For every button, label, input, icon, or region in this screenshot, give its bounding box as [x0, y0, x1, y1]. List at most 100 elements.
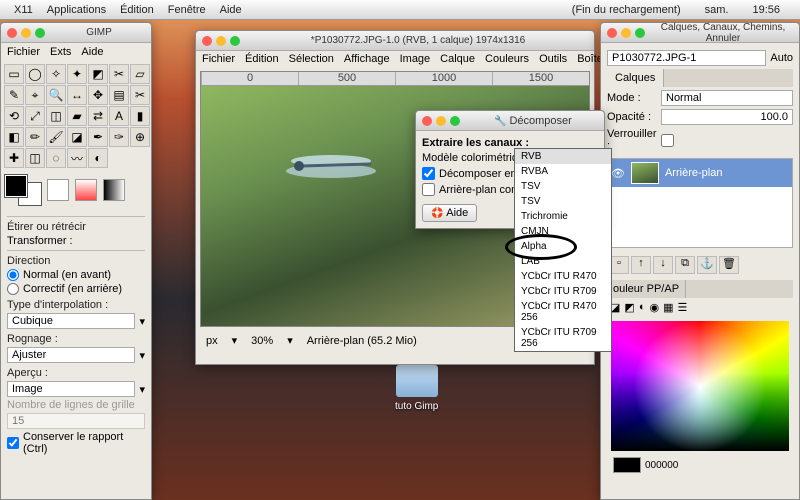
pattern-preview[interactable]: [75, 179, 97, 201]
delete-layer-button[interactable]: 🗑: [719, 256, 739, 274]
gradient-preview[interactable]: [103, 179, 125, 201]
rect-select-tool[interactable]: ▭: [4, 64, 24, 84]
brush-preview[interactable]: [47, 179, 69, 201]
auto-button[interactable]: Auto: [770, 52, 793, 64]
foreground-select[interactable]: ▱: [130, 64, 150, 84]
crop-tool[interactable]: ✂: [130, 85, 150, 105]
imenu-tools[interactable]: Outils: [539, 53, 567, 65]
scales-icon[interactable]: ☰: [677, 301, 687, 314]
minimize-icon[interactable]: [621, 28, 631, 38]
zoom-level[interactable]: 30%: [247, 334, 277, 348]
option-rvba[interactable]: RVBA: [515, 164, 611, 179]
direction-normal[interactable]: Normal (en avant): [7, 269, 145, 281]
close-icon[interactable]: [422, 116, 432, 126]
option-ycbcr470-256[interactable]: YCbCr ITU R470 256: [515, 299, 611, 325]
imenu-select[interactable]: Sélection: [289, 53, 334, 65]
paths-tool[interactable]: ✎: [4, 85, 24, 105]
interpolation-select[interactable]: Cubique▾: [7, 313, 145, 329]
gradient-tool[interactable]: ◧: [4, 127, 24, 147]
perspective-tool[interactable]: ▰: [67, 106, 87, 126]
layers-titlebar[interactable]: Calques, Canaux, Chemins, Annuler: [601, 23, 799, 43]
imenu-layer[interactable]: Calque: [440, 53, 475, 65]
blur-tool[interactable]: ◌: [46, 148, 66, 168]
minimize-icon[interactable]: [21, 28, 31, 38]
zoom-icon[interactable]: [230, 36, 240, 46]
shear-tool[interactable]: ◫: [46, 106, 66, 126]
anchor-layer-button[interactable]: ⚓: [697, 256, 717, 274]
pencil-tool[interactable]: ✏: [25, 127, 45, 147]
new-layer-button[interactable]: ▫: [609, 256, 629, 274]
color-picker[interactable]: [611, 321, 789, 451]
imenu-image[interactable]: Image: [400, 53, 431, 65]
close-icon[interactable]: [7, 28, 17, 38]
hex-value[interactable]: 000000: [645, 460, 678, 471]
keep-ratio-checkbox[interactable]: Conserver le rapport (Ctrl): [7, 431, 145, 455]
lock-checkbox[interactable]: [661, 134, 674, 147]
option-ycbcr709-256[interactable]: YCbCr ITU R709 256: [515, 325, 611, 351]
tab-layers[interactable]: Calques: [607, 69, 664, 87]
move-tool[interactable]: ✥: [88, 85, 108, 105]
option-rvb[interactable]: RVB: [515, 149, 611, 164]
image-titlebar[interactable]: *P1030772.JPG-1.0 (RVB, 1 calque) 1974x1…: [196, 31, 594, 51]
zoom-icon[interactable]: [450, 116, 460, 126]
scissors-tool[interactable]: ✂: [109, 64, 129, 84]
ellipse-select-tool[interactable]: ◯: [25, 64, 45, 84]
zoom-icon[interactable]: [635, 28, 645, 38]
palette-icon[interactable]: ▦: [663, 301, 673, 314]
option-alpha[interactable]: Alpha: [515, 239, 611, 254]
option-ycbcr470[interactable]: YCbCr ITU R470: [515, 269, 611, 284]
heal-tool[interactable]: ✚: [4, 148, 24, 168]
wheel-icon[interactable]: ◉: [649, 301, 659, 314]
imenu-colors[interactable]: Couleurs: [485, 53, 529, 65]
option-tsv2[interactable]: TSV: [515, 194, 611, 209]
help-button[interactable]: 🛟 Aide: [422, 204, 477, 222]
visibility-icon[interactable]: 👁: [611, 167, 625, 180]
menu-applications[interactable]: Applications: [47, 4, 106, 16]
rotate-tool[interactable]: ⟲: [4, 106, 24, 126]
close-icon[interactable]: [202, 36, 212, 46]
unit-select[interactable]: px: [202, 334, 222, 348]
imenu-file[interactable]: Fichier: [202, 53, 235, 65]
perspective-clone[interactable]: ◫: [25, 148, 45, 168]
menu-help[interactable]: Aide: [220, 4, 242, 16]
dodge-tool[interactable]: ◐: [88, 148, 108, 168]
cmyk-icon[interactable]: ◩: [624, 301, 634, 314]
watercolor-icon[interactable]: ◐: [639, 301, 646, 314]
lasso-tool[interactable]: ✧: [46, 64, 66, 84]
menu-aide[interactable]: Aide: [81, 46, 103, 58]
by-color-select[interactable]: ◩: [88, 64, 108, 84]
option-lab[interactable]: LAB: [515, 254, 611, 269]
app-name[interactable]: X11: [14, 4, 33, 16]
preview-select[interactable]: Image▾: [7, 381, 145, 397]
wand-tool[interactable]: ✦: [67, 64, 87, 84]
menu-edition[interactable]: Édition: [120, 4, 154, 16]
minimize-icon[interactable]: [216, 36, 226, 46]
direction-corrective[interactable]: Correctif (en arrière): [7, 283, 145, 295]
opacity-slider[interactable]: 100.0: [661, 109, 793, 125]
option-ycbcr709[interactable]: YCbCr ITU R709: [515, 284, 611, 299]
option-trichromie[interactable]: Trichromie: [515, 209, 611, 224]
scale-tool[interactable]: ⤢: [25, 106, 45, 126]
imenu-view[interactable]: Affichage: [344, 53, 390, 65]
eraser-tool[interactable]: ◪: [67, 127, 87, 147]
crop-select[interactable]: Ajuster▾: [7, 347, 145, 363]
text-tool[interactable]: A: [109, 106, 129, 126]
desktop-folder[interactable]: tuto Gimp: [395, 365, 438, 412]
bg-checkbox[interactable]: [422, 183, 435, 196]
raise-layer-button[interactable]: ↑: [631, 256, 651, 274]
current-color[interactable]: [613, 457, 641, 473]
measure-tool[interactable]: ↔: [67, 85, 87, 105]
menu-window[interactable]: Fenêtre: [168, 4, 206, 16]
bucket-tool[interactable]: ▮: [130, 106, 150, 126]
option-tsv[interactable]: TSV: [515, 179, 611, 194]
dialog-titlebar[interactable]: 🔧 Décomposer: [416, 111, 604, 131]
brush-tool[interactable]: 🖌: [46, 127, 66, 147]
airbrush-tool[interactable]: ✒: [88, 127, 108, 147]
duplicate-layer-button[interactable]: ⧉: [675, 256, 695, 274]
doc-select[interactable]: P1030772.JPG-1: [607, 50, 766, 66]
ink-tool[interactable]: ✑: [109, 127, 129, 147]
zoom-icon[interactable]: [35, 28, 45, 38]
flip-tool[interactable]: ⇄: [88, 106, 108, 126]
zoom-tool[interactable]: 🔍: [46, 85, 66, 105]
fg-color[interactable]: [5, 175, 27, 197]
